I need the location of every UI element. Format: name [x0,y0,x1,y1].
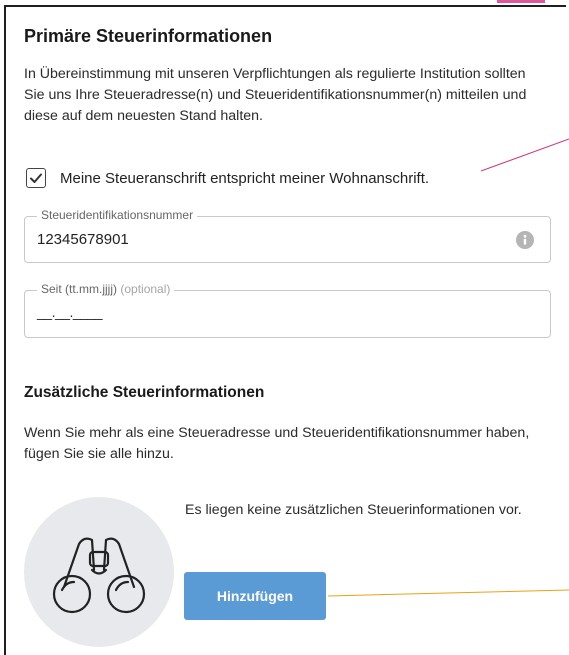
empty-state-text: Es liegen keine zusätzlichen Steuerinfor… [185,502,522,518]
binoculars-icon [52,537,146,614]
same-address-checkbox[interactable] [26,168,46,188]
top-accent-bar [497,0,545,3]
tin-field-value[interactable]: 12345678901 [37,231,129,248]
tin-field[interactable]: Steueridentifikationsnummer 12345678901 [24,208,551,263]
optional-hint: (optional) [120,282,171,296]
info-icon[interactable] [516,231,534,249]
since-date-label-text: Seit (tt.mm.jjjj) [41,282,117,296]
additional-tax-description: Wenn Sie mehr als eine Steueradresse und… [24,425,530,462]
same-address-label[interactable]: Meine Steueranschrift entspricht meiner … [60,170,429,187]
since-date-field-value[interactable]: __.__.____ [37,304,103,320]
add-button[interactable]: Hinzufügen [184,572,326,620]
empty-state-illustration [24,497,174,647]
tin-field-label: Steueridentifikationsnummer [37,208,198,222]
since-date-field[interactable]: Seit (tt.mm.jjjj) (optional) __.__.____ [24,282,551,338]
primary-tax-title: Primäre Steuerinformationen [24,26,273,46]
checkmark-icon [30,173,42,183]
primary-tax-intro: In Übereinstimmung mit unseren Verpflich… [24,66,527,124]
additional-tax-title: Zusätzliche Steuerinformationen [24,384,265,401]
since-date-field-label: Seit (tt.mm.jjjj) (optional) [37,282,175,296]
